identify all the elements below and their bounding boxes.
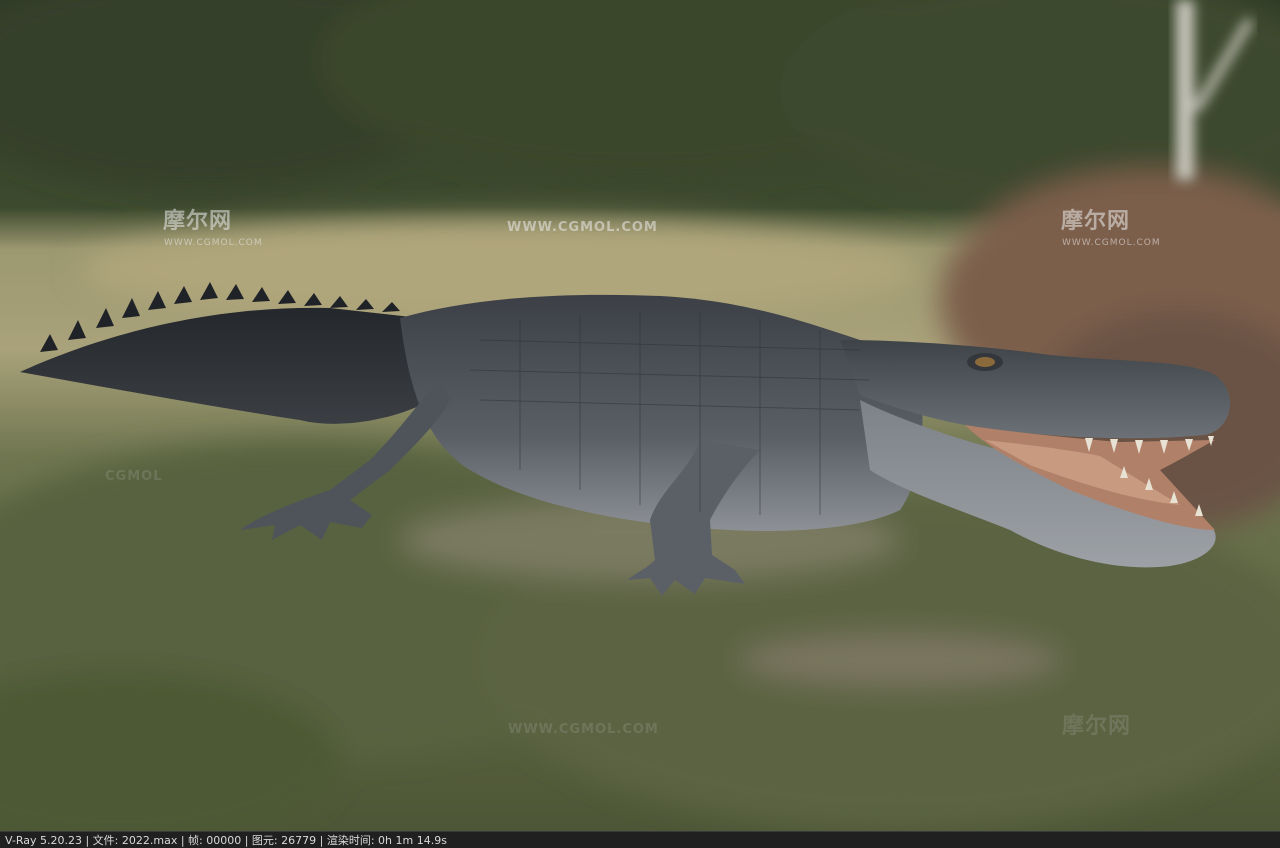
render-statusbar: V-Ray 5.20.23 | 文件: 2022.max | 帧: 00000 … <box>0 831 1280 848</box>
render-status-text: V-Ray 5.20.23 | 文件: 2022.max | 帧: 00000 … <box>5 834 447 847</box>
render-viewport: 摩尔网 WWW.CGMOL.COM WWW.CGMOL.COM 摩尔网 WWW.… <box>0 0 1280 831</box>
render-image <box>0 0 1280 831</box>
